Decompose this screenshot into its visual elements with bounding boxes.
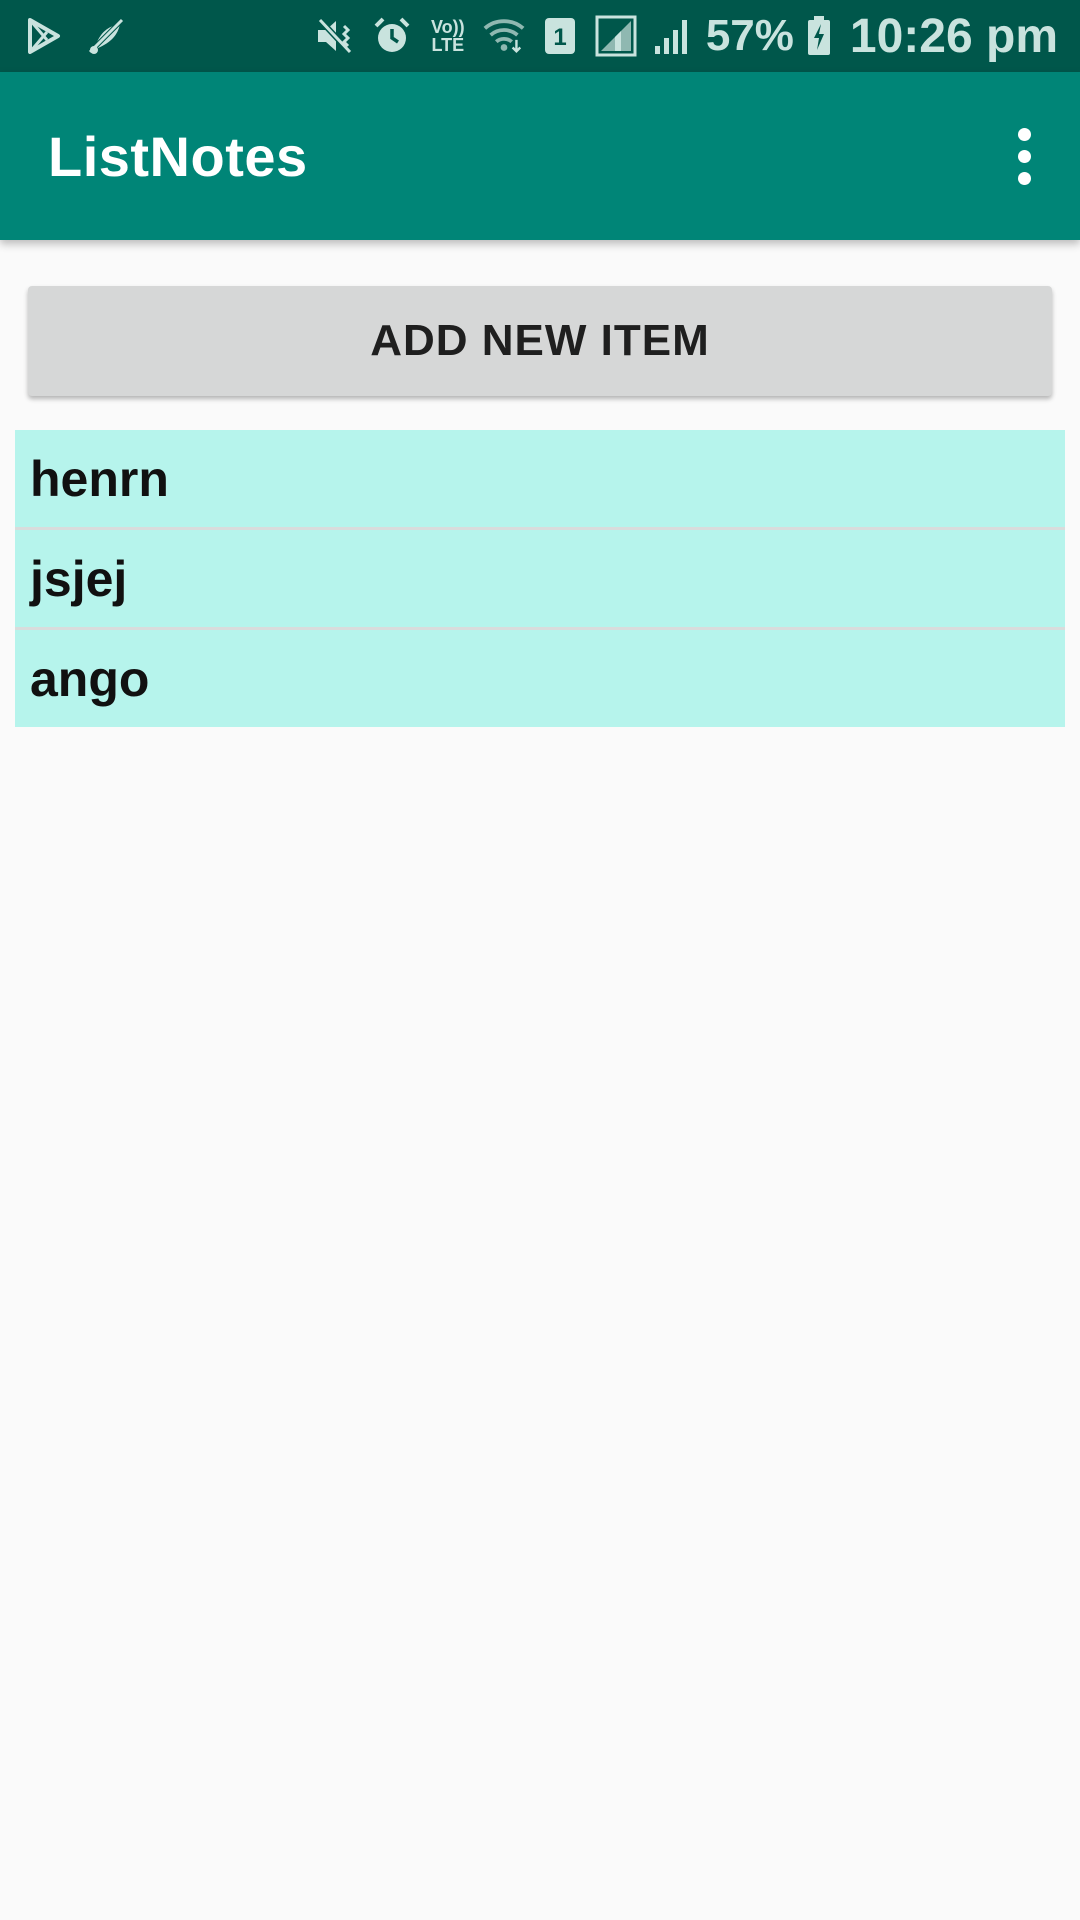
more-vert-icon[interactable] (1004, 120, 1044, 192)
app-bar: ListNotes (0, 72, 1080, 240)
svg-text:1: 1 (553, 24, 566, 51)
wifi-icon (482, 14, 526, 58)
list-item[interactable]: jsjej (15, 530, 1065, 627)
clock: 10:26 pm (849, 9, 1058, 63)
battery-charging-icon (806, 14, 832, 58)
list-item[interactable]: henrn (15, 430, 1065, 527)
status-bar: Vo)) LTE 1 57% 10:26 pm (0, 0, 1080, 72)
signal-icon (594, 14, 638, 58)
play-store-icon (22, 14, 66, 58)
add-new-item-button[interactable]: ADD NEW ITEM (28, 286, 1052, 396)
battery-percent: 57% (705, 11, 794, 60)
app-title: ListNotes (48, 124, 308, 188)
list-item[interactable]: ango (15, 630, 1065, 727)
note-list: henrn jsjej ango (15, 430, 1065, 727)
signal-weak-icon (650, 14, 694, 58)
satellite-off-icon (84, 14, 128, 58)
alarm-icon (370, 14, 414, 58)
volte-icon: Vo)) LTE (430, 17, 465, 55)
sim-1-icon: 1 (538, 14, 582, 58)
vibrate-mute-icon (314, 14, 358, 58)
